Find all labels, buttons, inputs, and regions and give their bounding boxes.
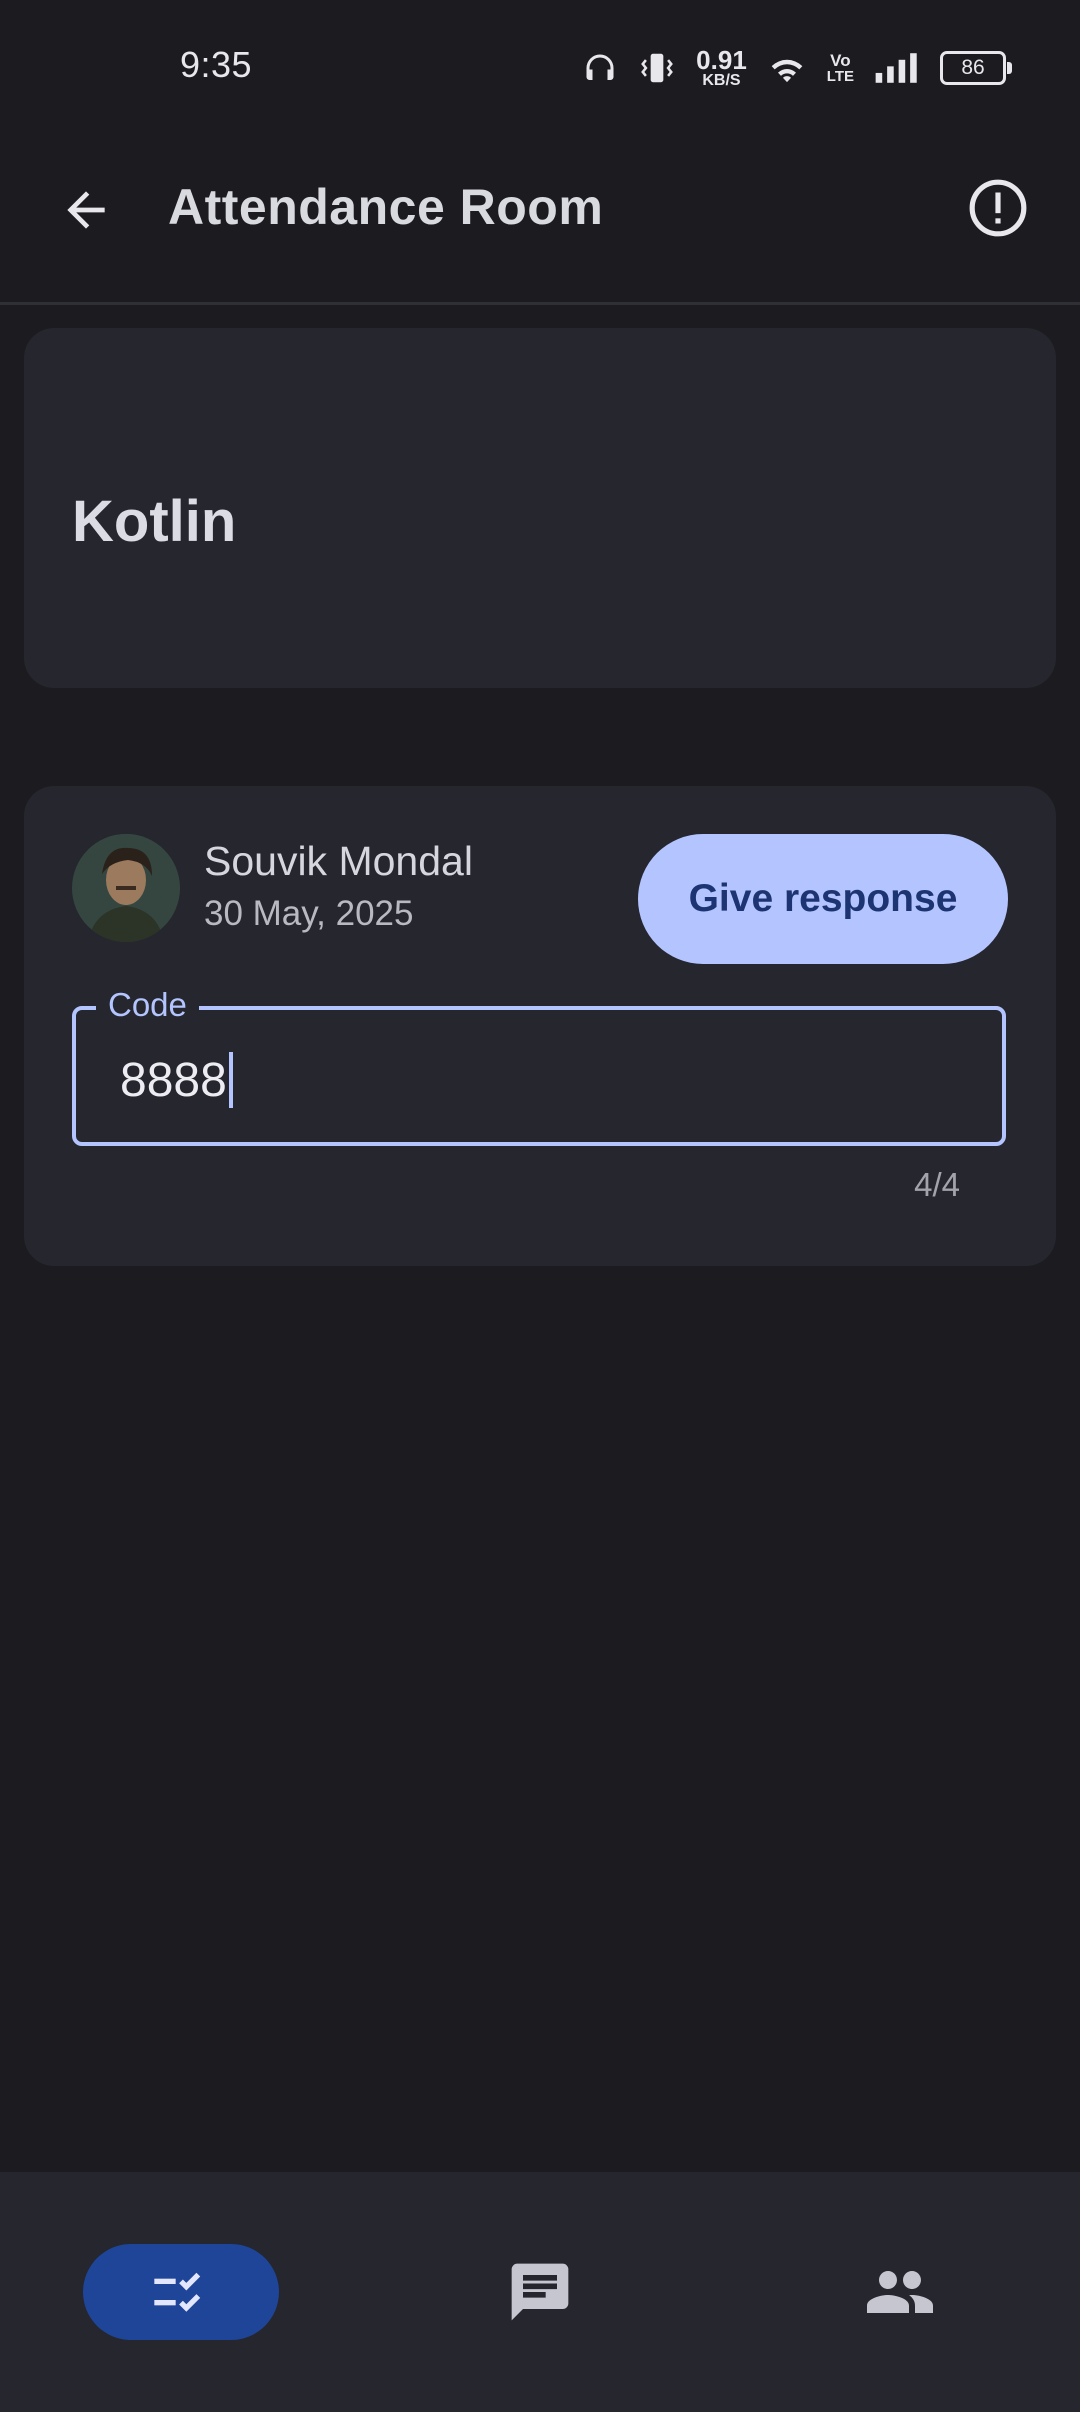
code-field-label: Code <box>96 986 199 1024</box>
attendance-room-screen: 9:35 0.91 KB/S Vo LTE 86 Attendance Room… <box>0 0 1080 2412</box>
avatar <box>72 834 180 942</box>
status-icons: 0.91 KB/S Vo LTE 86 <box>582 46 1012 90</box>
top-app-bar: Attendance Room <box>0 136 1080 302</box>
arrow-back-icon <box>67 191 105 229</box>
post-date: 30 May, 2025 <box>204 894 414 933</box>
vibrate-icon <box>638 49 676 87</box>
status-time: 9:35 <box>180 44 253 85</box>
volte-indicator: Vo LTE <box>827 52 854 84</box>
volte-top: Vo <box>830 51 851 70</box>
code-value: 8888 <box>120 1053 227 1107</box>
back-button[interactable] <box>46 170 126 250</box>
status-bar: 9:35 0.91 KB/S Vo LTE 86 <box>0 0 1080 136</box>
character-counter: 4/4 <box>914 1166 960 1203</box>
code-input[interactable]: 8888 <box>120 1052 233 1108</box>
volte-bottom: LTE <box>826 68 854 85</box>
net-speed: 0.91 KB/S <box>696 47 747 89</box>
signal-icon <box>874 51 920 85</box>
app-bar-divider <box>0 302 1080 305</box>
info-icon <box>969 179 1027 237</box>
bottom-navigation <box>0 2172 1080 2412</box>
avatar-image <box>72 834 180 942</box>
nav-chat[interactable] <box>442 2244 638 2340</box>
info-button[interactable] <box>958 168 1038 248</box>
battery-level: 86 <box>961 56 985 79</box>
text-cursor <box>228 1052 233 1108</box>
headphones-icon <box>582 50 618 86</box>
give-response-button[interactable]: Give response <box>638 834 1008 964</box>
people-icon <box>867 2271 933 2313</box>
class-header-card: Kotlin <box>24 328 1056 688</box>
wifi-icon <box>767 50 807 86</box>
net-speed-value: 0.91 <box>696 45 747 75</box>
net-speed-unit: KB/S <box>702 72 741 89</box>
battery-icon: 86 <box>940 51 1012 85</box>
code-input-field[interactable]: Code 8888 <box>72 986 1006 1146</box>
nav-people[interactable] <box>802 2244 998 2340</box>
nav-attendance[interactable] <box>83 2244 279 2340</box>
class-name: Kotlin <box>72 489 237 554</box>
checklist-icon <box>154 2272 201 2312</box>
author-name: Souvik Mondal <box>204 838 473 884</box>
chat-icon <box>511 2263 569 2321</box>
page-title: Attendance Room <box>168 179 604 235</box>
attendance-post-card: Souvik Mondal 30 May, 2025 Give response… <box>24 786 1056 1266</box>
